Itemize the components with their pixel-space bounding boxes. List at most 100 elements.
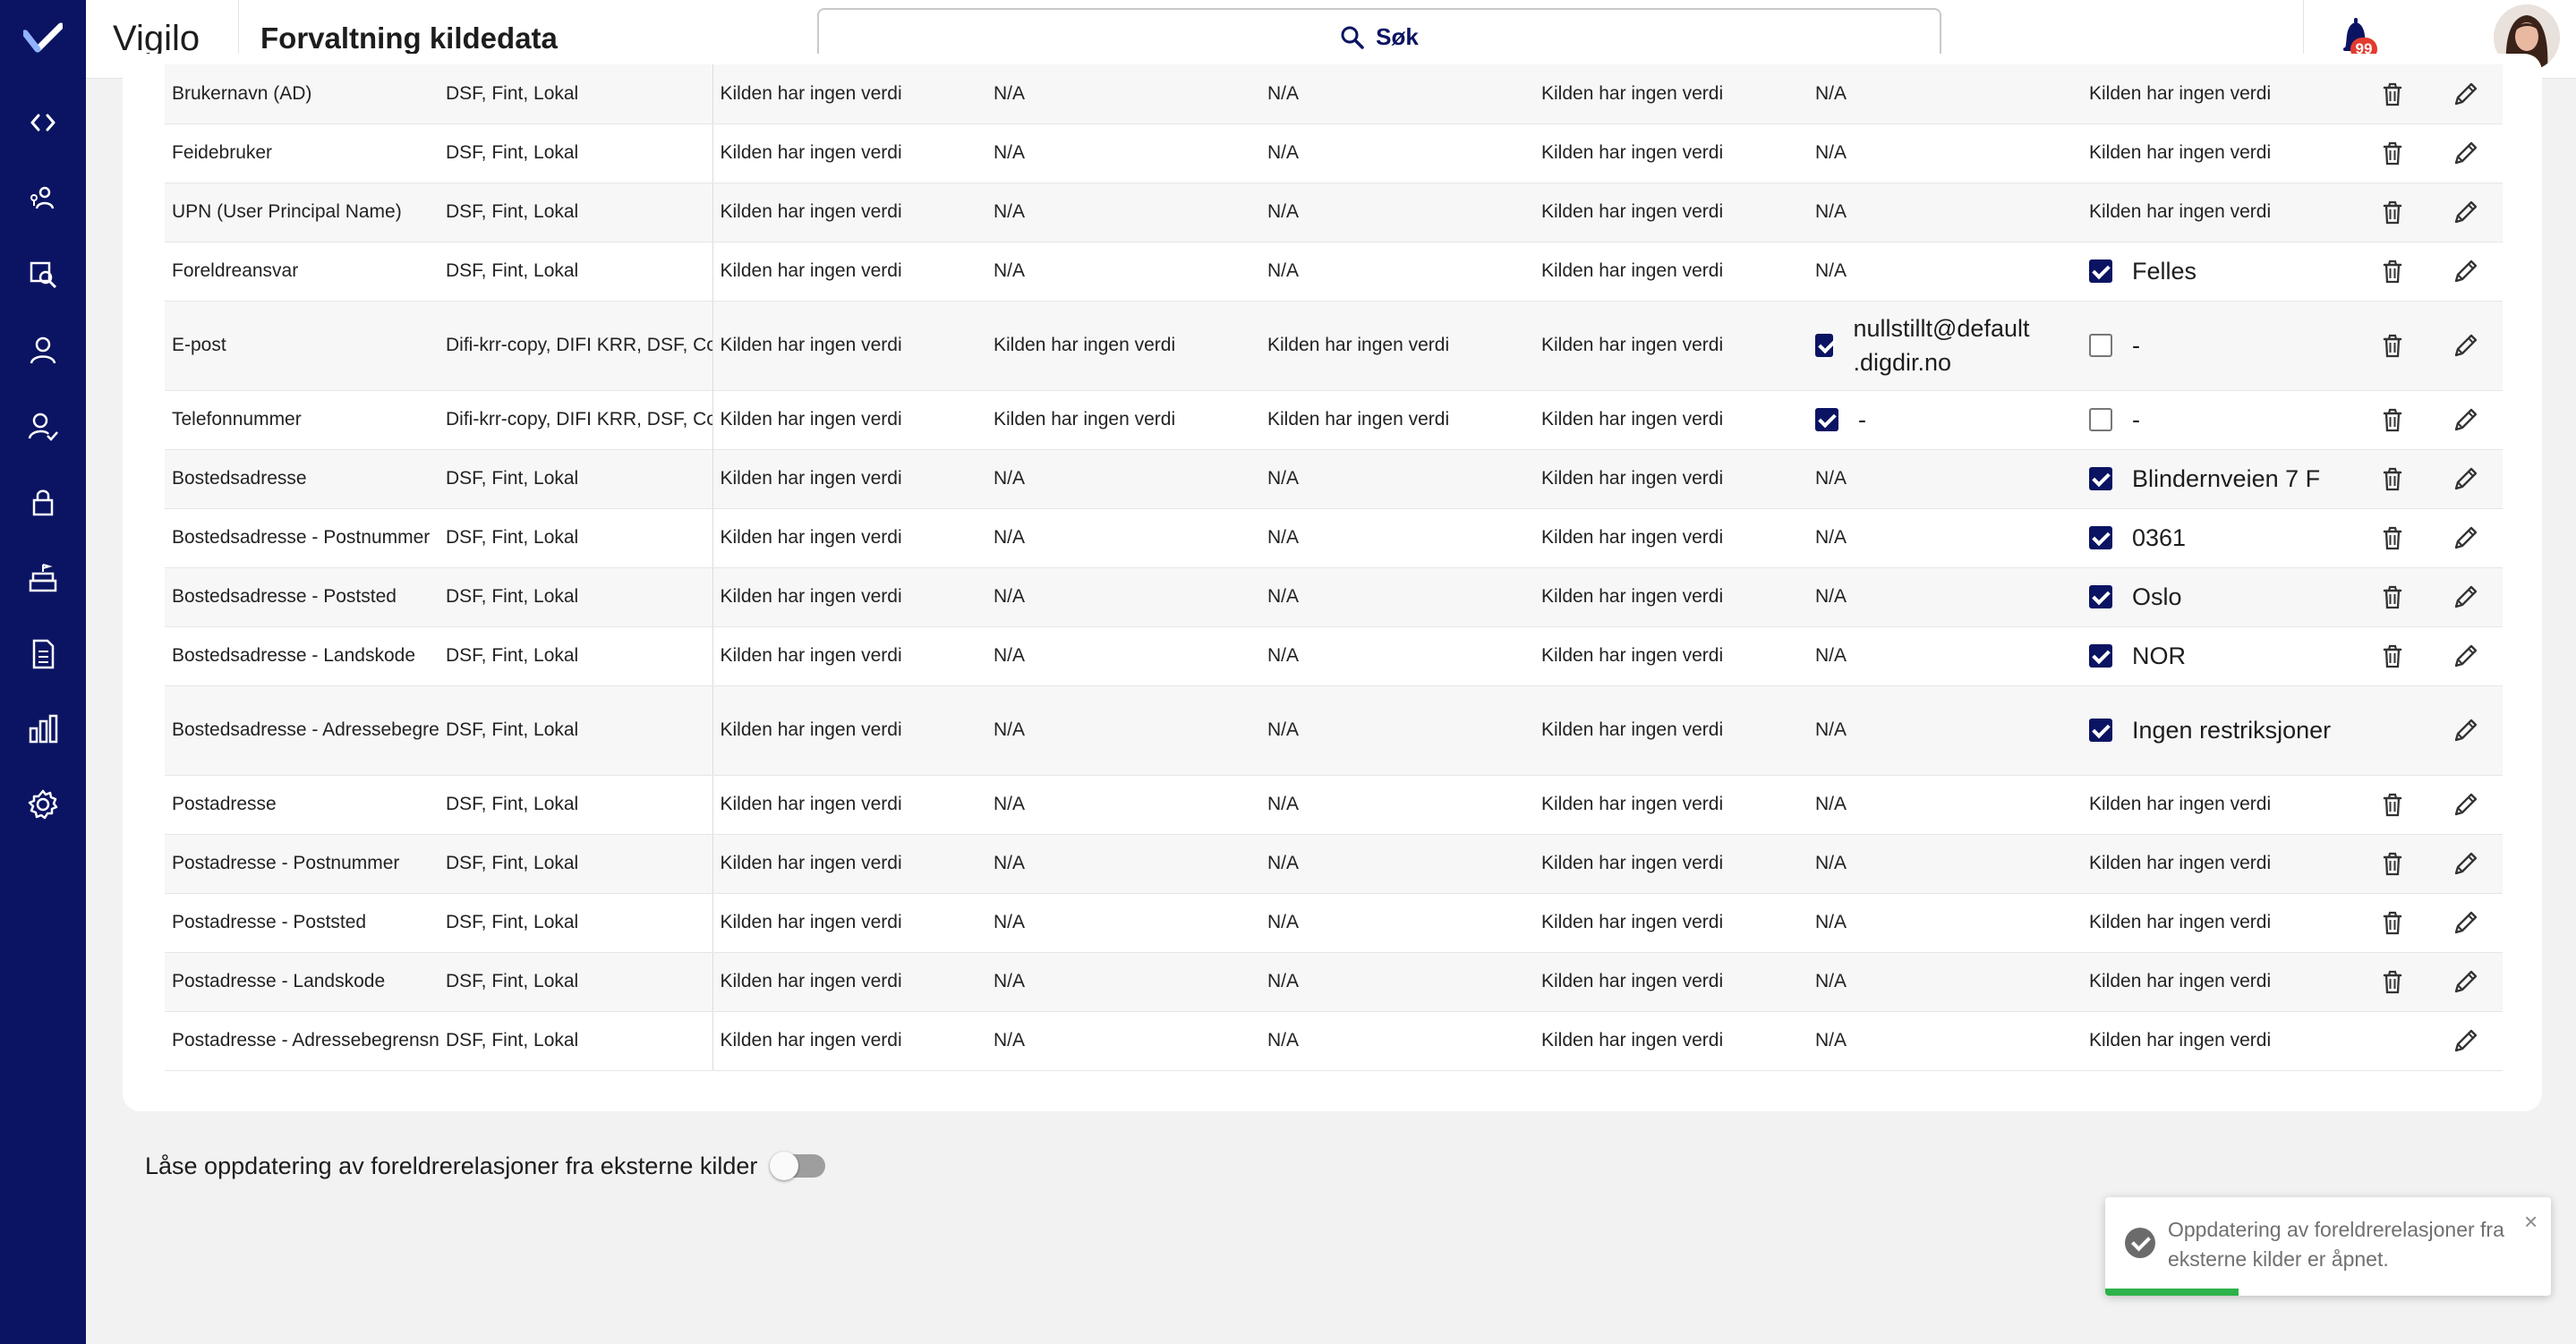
table-row: Telefonnummer Difi-krr-copy, DIFI KRR, DS… (165, 390, 2503, 450)
source-value-cell: Kilden har ingen verdi (1534, 834, 1808, 894)
edit-button[interactable] (2429, 508, 2503, 568)
source-list-cell: DSF, Fint, Lokal (439, 508, 712, 568)
source-value-cell: N/A (1260, 64, 1534, 124)
nav-lock-button[interactable] (0, 475, 86, 529)
check-circle-icon (2125, 1228, 2155, 1258)
value-checkbox[interactable] (1815, 334, 1834, 357)
delete-button[interactable] (2356, 685, 2429, 776)
source-value-cell: N/A (1260, 775, 1534, 835)
edit-button[interactable] (2429, 893, 2503, 953)
source-value-cell: N/A (986, 952, 1260, 1012)
users-network-icon (30, 186, 55, 209)
nav-user-button[interactable] (0, 323, 86, 377)
delete-button[interactable] (2356, 301, 2429, 391)
source-value-cell: N/A (986, 567, 1260, 627)
selected-value-cell: Ingen restriksjoner (2082, 685, 2356, 776)
edit-button[interactable] (2429, 390, 2503, 450)
source-list-cell: DSF, Fint, Lokal (439, 626, 712, 686)
source-value-cell: Kilden har ingen verdi (712, 449, 986, 509)
selected-value-text: Blindernveien 7 F (2132, 465, 2321, 492)
nav-code-button[interactable] (0, 96, 86, 149)
toast-close-button[interactable]: × (2524, 1208, 2538, 1236)
value-checkbox[interactable] (2089, 334, 2112, 357)
selected-value-cell: Kilden har ingen verdi (2082, 834, 2356, 894)
delete-button[interactable] (2356, 183, 2429, 242)
delete-button[interactable] (2356, 834, 2429, 894)
source-value-cell: N/A (1808, 834, 2082, 894)
nav-gear-button[interactable] (0, 778, 86, 831)
delete-button[interactable] (2356, 64, 2429, 124)
trash-icon (2383, 82, 2402, 106)
edit-button[interactable] (2429, 952, 2503, 1012)
value-checkbox[interactable] (2089, 259, 2112, 283)
source-value-cell: N/A (986, 775, 1260, 835)
edit-button[interactable] (2429, 242, 2503, 302)
source-value-cell: Kilden har ingen verdi (1534, 508, 1808, 568)
delete-button[interactable] (2356, 390, 2429, 450)
delete-button[interactable] (2356, 893, 2429, 953)
delete-button[interactable] (2356, 1011, 2429, 1071)
delete-button[interactable] (2356, 626, 2429, 686)
delete-button[interactable] (2356, 508, 2429, 568)
lock-toggle-switch[interactable] (770, 1152, 826, 1180)
source-value-cell: Kilden har ingen verdi (712, 775, 986, 835)
source-list-cell: DSF, Fint, Lokal (439, 64, 712, 124)
source-value-cell: - (1808, 390, 2082, 450)
checkbox-value: - (1815, 403, 2075, 437)
pencil-icon (2454, 1029, 2478, 1052)
value-checkbox[interactable] (2089, 585, 2112, 608)
edit-button[interactable] (2429, 685, 2503, 776)
selected-value-cell: Kilden har ingen verdi (2082, 64, 2356, 124)
edit-button[interactable] (2429, 626, 2503, 686)
edit-button[interactable] (2429, 449, 2503, 509)
value-checkbox[interactable] (2089, 408, 2112, 431)
source-value-cell: N/A (1808, 685, 2082, 776)
value-checkbox[interactable] (2089, 526, 2112, 549)
source-value-cell: N/A (986, 183, 1260, 242)
pencil-icon (2454, 719, 2478, 742)
delete-button[interactable] (2356, 952, 2429, 1012)
trash-icon (2383, 911, 2402, 935)
field-name-cell: Brukernavn (AD) (165, 64, 439, 124)
source-value-cell: Kilden har ingen verdi (1260, 301, 1534, 391)
edit-button[interactable] (2429, 183, 2503, 242)
table-row: Brukernavn (AD) DSF, Fint, Lokal Kilden ha… (165, 64, 2503, 124)
nav-school-building-button[interactable] (0, 551, 86, 605)
source-value-cell: N/A (1260, 183, 1534, 242)
delete-button[interactable] (2356, 567, 2429, 627)
edit-button[interactable] (2429, 834, 2503, 894)
source-value-cell: Kilden har ingen verdi (712, 508, 986, 568)
edit-button[interactable] (2429, 775, 2503, 835)
source-value-cell: N/A (1260, 952, 1534, 1012)
side-navigation (0, 0, 86, 1344)
delete-button[interactable] (2356, 123, 2429, 183)
edit-button[interactable] (2429, 64, 2503, 124)
trash-icon (2383, 467, 2402, 491)
delete-button[interactable] (2356, 775, 2429, 835)
toast-notification: Oppdatering av foreldrerelasjoner fra ek… (2105, 1197, 2551, 1296)
source-value-cell: Kilden har ingen verdi (712, 685, 986, 776)
delete-button[interactable] (2356, 242, 2429, 302)
checkbox-value: Felles (2089, 254, 2349, 288)
value-checkbox[interactable] (2089, 719, 2112, 742)
field-name-cell: Postadresse - Landskode (165, 952, 439, 1012)
source-value-cell: Kilden har ingen verdi (1534, 893, 1808, 953)
edit-button[interactable] (2429, 567, 2503, 627)
edit-button[interactable] (2429, 301, 2503, 391)
edit-button[interactable] (2429, 1011, 2503, 1071)
value-checkbox[interactable] (2089, 644, 2112, 668)
value-checkbox[interactable] (1815, 408, 1838, 431)
value-checkbox[interactable] (2089, 467, 2112, 490)
nav-users-network-button[interactable] (0, 172, 86, 225)
source-value-cell: N/A (1808, 1011, 2082, 1071)
nav-document-button[interactable] (0, 627, 86, 681)
delete-button[interactable] (2356, 449, 2429, 509)
nav-bar-chart-button[interactable] (0, 702, 86, 756)
nav-user-search-button[interactable] (0, 248, 86, 302)
nav-user-check-button[interactable] (0, 399, 86, 453)
edit-button[interactable] (2429, 123, 2503, 183)
table-row: Postadresse DSF, Fint, Lokal Kilden har in… (165, 775, 2503, 835)
vigilo-logo[interactable] (0, 0, 86, 77)
source-value-cell: Kilden har ingen verdi (712, 301, 986, 391)
source-value-cell: N/A (986, 834, 1260, 894)
